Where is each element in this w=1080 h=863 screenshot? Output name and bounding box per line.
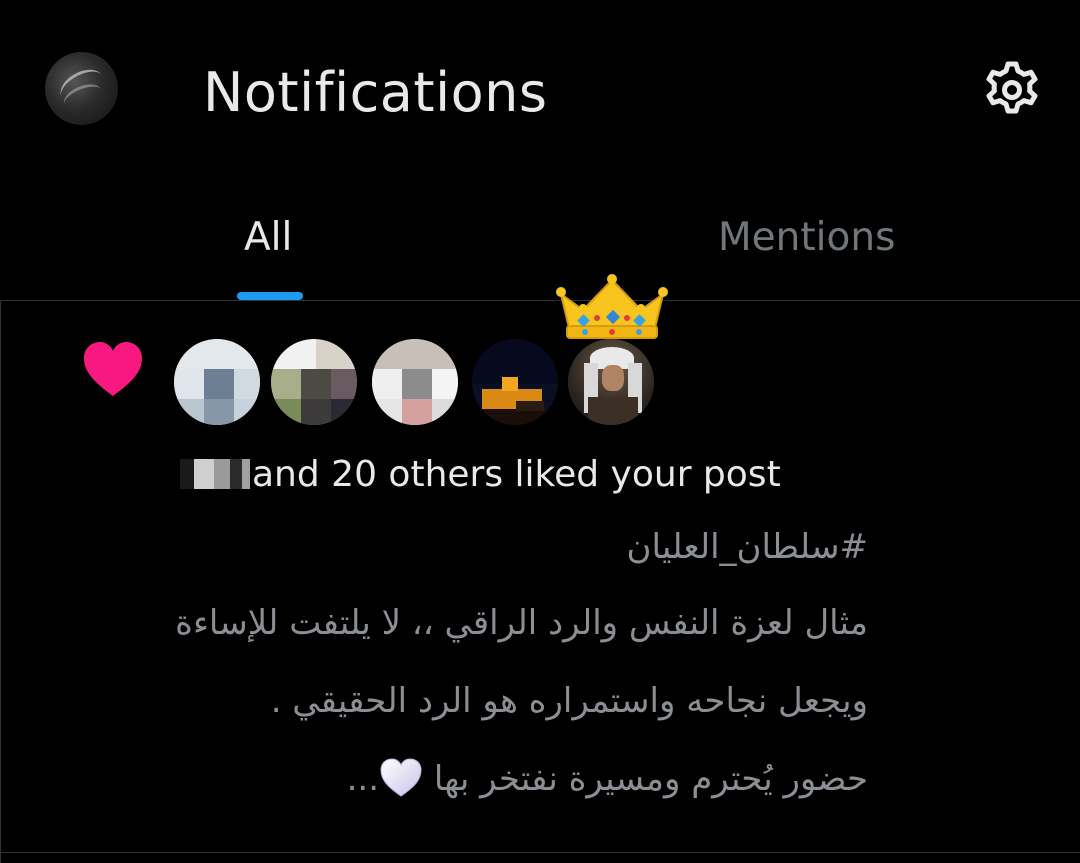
active-tab-indicator	[237, 292, 303, 300]
white-heart-icon	[380, 757, 422, 797]
notification-summary: and 20 others liked your post	[180, 450, 1040, 500]
post-text-line: ويجعل نجاحه واستمراره هو الرد الحقيقي .	[270, 681, 868, 721]
liker-avatar[interactable]	[470, 337, 560, 427]
liker-avatar[interactable]	[172, 337, 262, 427]
gear-icon	[986, 61, 1038, 114]
profile-avatar[interactable]	[45, 52, 118, 125]
divider	[0, 300, 1, 863]
post-text-line: مثال لعزة النفس والرد الراقي ،، لا يلتفت…	[175, 603, 868, 643]
liker-avatar[interactable]	[566, 337, 656, 427]
crown-icon	[556, 274, 668, 339]
settings-button[interactable]	[980, 58, 1044, 122]
post-ellipsis: ...	[346, 759, 380, 799]
post-text-line: حضور يُحترم ومسيرة نفتخر بها ...	[108, 754, 868, 804]
liker-avatar[interactable]	[269, 337, 359, 427]
notification-summary-text: and 20 others liked your post	[252, 454, 781, 495]
page-title: Notifications	[203, 61, 548, 124]
heart-icon	[84, 342, 142, 396]
post-text-line: #سلطان_العليان	[626, 527, 868, 567]
divider	[0, 300, 1080, 301]
liker-avatar[interactable]	[370, 337, 460, 427]
notifications-screen: Notifications All Mentions and 20 others…	[0, 0, 1080, 863]
tab-all[interactable]: All	[244, 210, 292, 270]
liker-name-redacted[interactable]	[180, 459, 250, 489]
post-text: حضور يُحترم ومسيرة نفتخر بها	[433, 759, 868, 799]
tab-mentions[interactable]: Mentions	[718, 210, 895, 270]
divider	[0, 852, 1080, 853]
